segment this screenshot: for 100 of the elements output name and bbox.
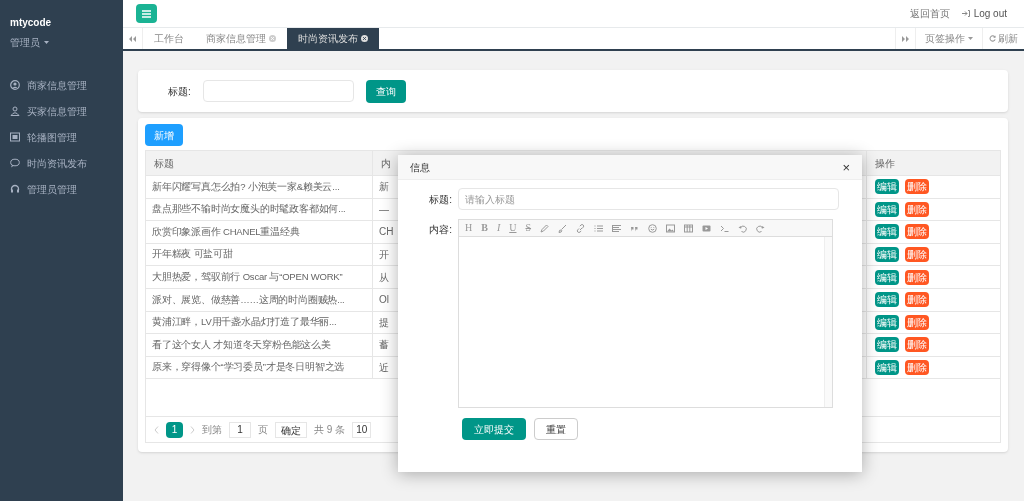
edit-button[interactable]: 编辑: [875, 360, 899, 376]
table-cell: 派对、展览、做慈善……这周的时尚圈贼热...: [152, 292, 345, 307]
table-cell-text: 欣赏印象派画作 CHANEL重温经典: [152, 224, 300, 239]
table-cell: 原来，穿得像个“学习委员”才是冬日明智之选: [152, 360, 345, 375]
menu-icon: [142, 9, 151, 18]
table-cell: 大胆热爱，驾驭前行 Oscar 与“OPEN WORK”: [152, 270, 343, 285]
edit-button[interactable]: 编辑: [875, 292, 899, 308]
column-header: 内: [381, 156, 391, 171]
caret-icon: [968, 37, 973, 40]
delete-button[interactable]: 删除: [905, 247, 929, 263]
link-icon[interactable]: [576, 223, 586, 233]
title-label: 标题:: [428, 192, 453, 207]
goto-label: 到第: [202, 423, 222, 438]
column-header: 标题: [154, 156, 174, 171]
refresh-icon: [989, 35, 996, 42]
delete-button[interactable]: 删除: [905, 314, 929, 330]
headset-icon: [10, 184, 20, 194]
delete-button[interactable]: 删除: [905, 201, 929, 217]
video-icon[interactable]: [702, 223, 712, 233]
title-label: 标题:: [168, 84, 191, 99]
undo-icon[interactable]: [738, 223, 748, 233]
double-left-icon: [129, 35, 136, 42]
table-cell: 黄浦江畔，LV用千盏水晶灯打造了最华丽...: [152, 315, 337, 330]
table-cell: 开年糕夜 可盐可甜: [152, 247, 233, 262]
sidebar-item[interactable]: 轮播图管理: [0, 124, 123, 150]
sidebar-item[interactable]: 管理员管理: [0, 176, 123, 202]
brand-name: mtycode: [9, 16, 53, 30]
sidebar-item[interactable]: 时尚资讯发布: [0, 150, 123, 176]
align-icon[interactable]: [612, 223, 622, 233]
smiley-icon[interactable]: [648, 223, 658, 233]
close-circle-icon[interactable]: [361, 35, 368, 42]
close-button[interactable]: ×: [842, 160, 850, 174]
sidebar-item[interactable]: 商家信息管理: [0, 72, 123, 98]
table-cell: 新年闪耀写真怎么拍? 小泡芙一家&赖美云...: [152, 179, 340, 194]
page-unit-label: 页: [258, 423, 268, 438]
person-icon: [10, 106, 20, 116]
home-link[interactable]: 返回首页: [909, 6, 950, 21]
tab[interactable]: 商家信息管理: [195, 28, 287, 49]
table-cell-text: 看了这个女人 才知道冬天穿粉色能这么美: [152, 337, 331, 352]
tab-options-dropdown[interactable]: 页签操作: [915, 28, 982, 49]
content-label: 内容:: [428, 223, 453, 237]
heading-button[interactable]: H: [465, 223, 473, 233]
delete-button[interactable]: 删除: [905, 360, 929, 376]
search-field[interactable]: [202, 80, 354, 102]
speech-bubble-icon: [10, 158, 20, 168]
role-dropdown[interactable]: 管理员: [10, 35, 49, 50]
table-cell-text: 开: [379, 248, 389, 263]
table-icon[interactable]: [684, 223, 694, 233]
edit-button[interactable]: 编辑: [875, 201, 899, 217]
page-input-field[interactable]: 1: [229, 421, 251, 438]
next-page-icon[interactable]: [190, 425, 195, 434]
edit-button[interactable]: 编辑: [875, 337, 899, 353]
bullet-list-icon[interactable]: [594, 223, 604, 233]
user-circle-icon: [10, 80, 20, 90]
tab[interactable]: 工作台: [143, 28, 195, 49]
table-cell-text: 近: [379, 361, 389, 376]
reset-button[interactable]: 重置: [534, 418, 578, 440]
refresh-button[interactable]: 刷新: [982, 28, 1024, 49]
column-header: 操作: [875, 156, 895, 171]
edit-button[interactable]: 编辑: [875, 179, 899, 195]
page-size-select[interactable]: 10: [352, 421, 372, 438]
previous-page-icon[interactable]: [154, 425, 159, 434]
image-icon[interactable]: [666, 223, 676, 233]
delete-button[interactable]: 删除: [905, 179, 929, 195]
submit-button[interactable]: 立即提交: [462, 418, 526, 440]
sign-out-icon: [961, 10, 970, 17]
logout-link[interactable]: Log out: [961, 6, 1007, 21]
underline-button[interactable]: U: [509, 223, 517, 233]
tab[interactable]: 时尚资讯发布: [287, 28, 379, 49]
edit-button[interactable]: 编辑: [875, 314, 899, 330]
strikethrough-button[interactable]: S: [525, 223, 532, 233]
edit-button[interactable]: 编辑: [875, 224, 899, 240]
sidebar-item[interactable]: 买家信息管理: [0, 98, 123, 124]
italic-button[interactable]: I: [496, 223, 501, 233]
table-cell-text: 蓄: [379, 338, 389, 353]
bold-button[interactable]: B: [481, 223, 488, 233]
table-cell-text: —: [379, 202, 389, 217]
delete-button[interactable]: 删除: [905, 292, 929, 308]
title-input-field[interactable]: 请输入标题: [458, 188, 839, 210]
code-icon[interactable]: [720, 223, 730, 233]
menu-button[interactable]: [136, 4, 157, 23]
table-cell-text: CH: [379, 225, 394, 240]
search-button[interactable]: 查询: [365, 79, 406, 103]
total-count: 共 9 条: [314, 423, 346, 438]
confirm-button[interactable]: 确定: [275, 421, 307, 438]
delete-button[interactable]: 删除: [905, 337, 929, 353]
delete-button[interactable]: 删除: [905, 224, 929, 240]
add-button[interactable]: 新增: [145, 124, 183, 146]
pencil-icon[interactable]: [540, 223, 550, 233]
delete-button[interactable]: 删除: [905, 269, 929, 285]
picture-frame-icon: [10, 132, 20, 142]
table-cell-text: Ol: [379, 293, 389, 308]
brush-icon[interactable]: [558, 223, 568, 233]
page-button[interactable]: 1: [166, 421, 183, 438]
table-cell: 盘点那些不输时尚女魔头的时髦政客都如何...: [152, 202, 346, 217]
table-cell-text: 提: [379, 315, 389, 330]
rich-text-editor[interactable]: H B I U S: [458, 219, 833, 408]
redo-icon[interactable]: [756, 223, 766, 233]
edit-button[interactable]: 编辑: [875, 247, 899, 263]
edit-button[interactable]: 编辑: [875, 269, 899, 285]
